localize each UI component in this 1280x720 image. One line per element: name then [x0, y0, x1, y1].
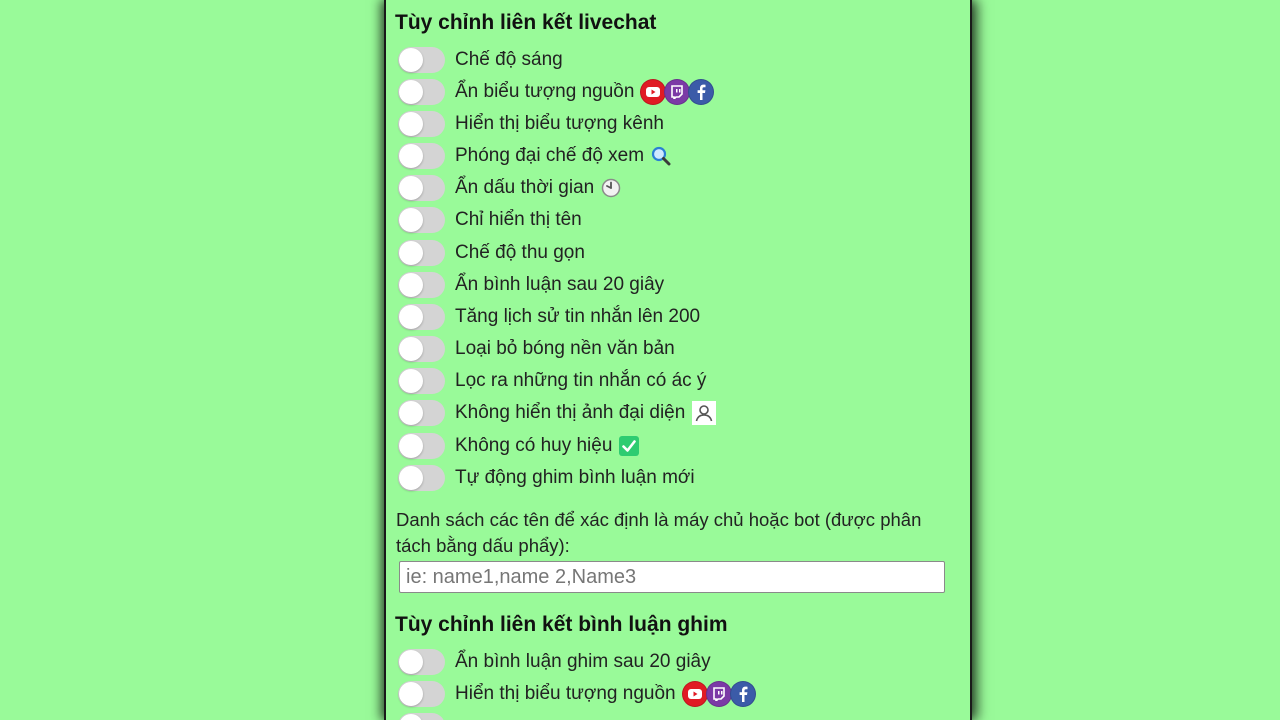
toggle-knob — [399, 369, 423, 393]
toggle-knob — [399, 401, 423, 425]
toggle-knob — [399, 714, 423, 720]
facebook-icon — [688, 79, 715, 105]
show-channel-icon-toggle[interactable] — [398, 111, 445, 137]
option-label: Tăng lịch sử tin nhắn lên 200 — [455, 306, 701, 327]
option-label: Ẩn biểu tượng nguồn — [455, 81, 635, 102]
option-no-badges[interactable]: Không có huy hiệu — [398, 432, 640, 460]
option-label: Ẩn bình luận ghim sau 20 giây — [455, 651, 711, 672]
no-badges-toggle[interactable] — [398, 433, 445, 459]
option-partial-cut[interactable] — [398, 712, 455, 720]
toggle-knob — [399, 176, 423, 200]
toggle-knob — [399, 241, 423, 265]
check-badge-icon — [619, 436, 640, 456]
option-hide-avatar[interactable]: Không hiển thị ảnh đại diện — [398, 399, 717, 427]
youtube-icon — [681, 681, 708, 707]
option-name-only[interactable]: Chỉ hiển thị tên — [398, 206, 582, 234]
option-label: Ẩn bình luận sau 20 giây — [455, 274, 665, 295]
option-hide-timestamp[interactable]: Ẩn dấu thời gian — [398, 174, 621, 202]
hide-timestamp-toggle[interactable] — [398, 175, 445, 201]
twitch-icon — [705, 681, 732, 707]
toggle-knob — [399, 112, 423, 136]
toggle-knob — [399, 80, 423, 104]
twitch-icon — [664, 79, 691, 105]
compact-mode-toggle[interactable] — [398, 240, 445, 266]
hide-pinned-after-20s-toggle[interactable] — [398, 649, 445, 675]
hosts-list-label: Danh sách các tên để xác định là máy chủ… — [396, 509, 922, 556]
option-label: Ẩn dấu thời gian — [455, 177, 595, 198]
option-show-channel-icon[interactable]: Hiển thị biểu tượng kênh — [398, 110, 664, 138]
partial-option-toggle[interactable] — [398, 713, 445, 720]
option-label: Phóng đại chế độ xem — [455, 145, 645, 166]
option-label: Chế độ thu gọn — [455, 242, 585, 263]
option-hide-source-icon[interactable]: Ẩn biểu tượng nguồn — [398, 78, 715, 106]
option-remove-text-shadow[interactable]: Loại bỏ bóng nền văn bản — [398, 335, 675, 363]
user-avatar-icon — [692, 401, 717, 425]
option-light-mode[interactable]: Chế độ sáng — [398, 46, 563, 74]
toggle-knob — [399, 144, 423, 168]
option-hide-after-20s[interactable]: Ẩn bình luận sau 20 giây — [398, 271, 664, 299]
toggle-knob — [399, 305, 423, 329]
toggle-knob — [399, 337, 423, 361]
magnifier-icon — [651, 146, 671, 166]
toggle-knob — [399, 466, 423, 490]
option-compact-mode[interactable]: Chế độ thu gọn — [398, 239, 585, 267]
option-zoom-view[interactable]: Phóng đại chế độ xem — [398, 142, 671, 170]
option-label: Không có huy hiệu — [455, 435, 613, 456]
option-filter-malicious[interactable]: Lọc ra những tin nhắn có ác ý — [398, 367, 706, 395]
hide-after-20s-toggle[interactable] — [398, 272, 445, 298]
source-icons — [640, 79, 715, 105]
option-hide-pinned-after-20s[interactable]: Ẩn bình luận ghim sau 20 giây — [398, 648, 711, 676]
option-auto-pin[interactable]: Tự động ghim bình luận mới — [398, 464, 695, 492]
toggle-knob — [399, 682, 423, 706]
option-label: Lọc ra những tin nhắn có ác ý — [455, 370, 707, 391]
option-history-200[interactable]: Tăng lịch sử tin nhắn lên 200 — [398, 303, 700, 331]
toggle-knob — [399, 208, 423, 232]
hide-avatar-toggle[interactable] — [398, 400, 445, 426]
option-label: Không hiển thị ảnh đại diện — [455, 402, 686, 423]
youtube-icon — [640, 79, 667, 105]
facebook-icon — [729, 681, 756, 707]
option-label: Loại bỏ bóng nền văn bản — [455, 338, 675, 359]
show-source-icon-toggle[interactable] — [398, 681, 445, 707]
option-label: Chỉ hiển thị tên — [455, 209, 582, 230]
option-label: Tự động ghim bình luận mới — [455, 467, 695, 488]
toggle-knob — [399, 273, 423, 297]
hosts-list-input[interactable] — [399, 561, 945, 593]
filter-malicious-toggle[interactable] — [398, 368, 445, 394]
option-show-source-icon[interactable]: Hiển thị biểu tượng nguồn — [398, 680, 756, 708]
toggle-knob — [399, 48, 423, 72]
option-label: Hiển thị biểu tượng kênh — [455, 113, 664, 134]
remove-text-shadow-toggle[interactable] — [398, 336, 445, 362]
toggle-knob — [399, 650, 423, 674]
light-mode-toggle[interactable] — [398, 47, 445, 73]
source-icons — [681, 681, 756, 707]
livechat-section-title: Tùy chỉnh liên kết livechat — [395, 11, 657, 34]
toggle-knob — [399, 434, 423, 458]
settings-panel: Tùy chỉnh liên kết livechat Chế độ sáng … — [384, 0, 972, 720]
clock-icon — [601, 178, 621, 198]
name-only-toggle[interactable] — [398, 207, 445, 233]
option-label: Hiển thị biểu tượng nguồn — [455, 683, 676, 704]
history-200-toggle[interactable] — [398, 304, 445, 330]
auto-pin-toggle[interactable] — [398, 465, 445, 491]
pinned-section-title: Tùy chỉnh liên kết bình luận ghim — [395, 613, 728, 636]
option-label: Chế độ sáng — [455, 49, 563, 70]
zoom-view-toggle[interactable] — [398, 143, 445, 169]
hide-source-icon-toggle[interactable] — [398, 79, 445, 105]
